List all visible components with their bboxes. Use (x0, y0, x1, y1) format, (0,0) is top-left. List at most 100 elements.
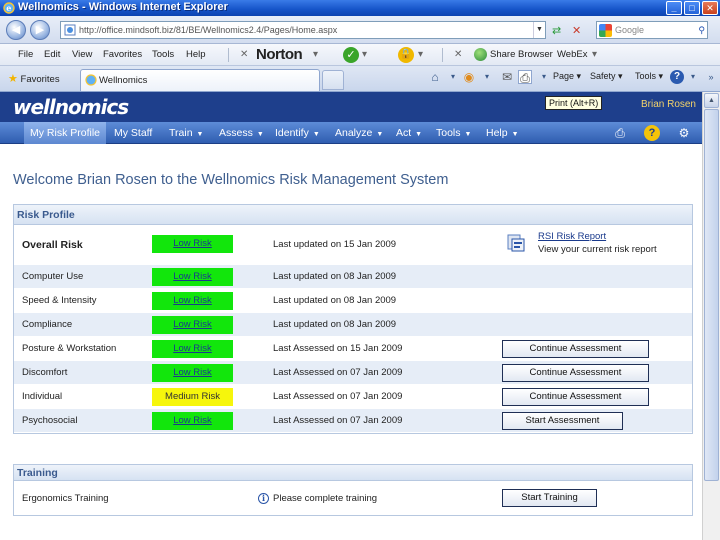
wellnomics-logo: wellnomics (13, 95, 129, 119)
risk-badge[interactable]: Low Risk (152, 268, 233, 286)
nav-act[interactable]: Act ▼ (390, 122, 428, 144)
safe-dropdown-icon[interactable]: ▾ (362, 49, 367, 60)
scroll-up-icon[interactable]: ▲ (704, 93, 719, 108)
info-icon: i (258, 493, 269, 504)
help-dropdown-icon[interactable]: ▾ (686, 70, 700, 84)
risk-row-individual: Individual Medium Risk Last Assessed on … (14, 385, 692, 409)
rsi-risk-report-description: View your current risk report (538, 244, 657, 255)
search-box[interactable]: Google ⚲ (596, 21, 708, 39)
address-bar[interactable]: http://office.mindsoft.biz/81/BE/Wellnom… (60, 21, 546, 39)
new-tab-button[interactable] (322, 70, 344, 90)
continue-assessment-button[interactable]: Continue Assessment (502, 364, 649, 382)
print-page-icon[interactable]: ⎙ (612, 125, 628, 141)
close-window-button[interactable]: ✕ (702, 1, 718, 15)
risk-row-speed-intensity: Speed & Intensity Low Risk Last updated … (14, 289, 692, 313)
menu-toolbar: File Edit View Favorites Tools Help ✕ No… (0, 44, 720, 66)
favorites-button[interactable]: ★ Favorites (8, 72, 60, 85)
feeds-dropdown-icon[interactable]: ▾ (480, 70, 494, 84)
search-icon[interactable]: ⚲ (698, 25, 705, 36)
menu-file[interactable]: File (18, 49, 33, 60)
menu-edit[interactable]: Edit (44, 49, 60, 60)
tools-menu-label: Tools (635, 71, 657, 81)
norton-safe-check-icon[interactable]: ✓ (343, 47, 359, 63)
toolbar-separator-2 (442, 48, 443, 62)
risk-row-label: Speed & Intensity (22, 295, 97, 306)
stop-icon[interactable]: ✕ (572, 24, 581, 37)
home-icon[interactable]: ⌂ (428, 70, 442, 84)
minimize-button[interactable]: _ (666, 1, 682, 15)
chevron-more-icon[interactable]: » (704, 70, 718, 84)
nav-help[interactable]: Help ▼ (480, 122, 525, 144)
identity-dropdown-icon[interactable]: ▾ (418, 49, 423, 60)
risk-badge[interactable]: Low Risk (152, 412, 233, 430)
webex-dropdown-icon[interactable]: ▾ (592, 49, 597, 60)
nav-label: Analyze (335, 127, 373, 139)
safety-menu[interactable]: Safety ▾ (590, 71, 623, 82)
nav-tools[interactable]: Tools ▼ (430, 122, 477, 144)
settings-icon[interactable]: ⚙ (676, 125, 692, 141)
training-row: Ergonomics Training i Please complete tr… (14, 481, 692, 515)
menu-help[interactable]: Help (186, 49, 206, 60)
training-label: Ergonomics Training (22, 493, 109, 504)
print-tooltip: Print (Alt+R) (545, 96, 603, 110)
app-banner: wellnomics Brian Rosen Print (Alt+R) (0, 92, 702, 122)
menu-favorites[interactable]: Favorites (103, 49, 142, 60)
nav-identify[interactable]: Identify ▼ (269, 122, 326, 144)
risk-badge[interactable]: Low Risk (152, 292, 233, 310)
risk-profile-heading: Risk Profile (14, 205, 692, 225)
print-icon[interactable]: ⎙ (518, 70, 532, 85)
tab-page-icon (85, 74, 97, 86)
webex-button[interactable]: WebEx (557, 49, 587, 60)
page-menu[interactable]: Page ▾ (553, 71, 581, 82)
nav-my-risk-profile[interactable]: My Risk Profile (24, 122, 107, 144)
start-assessment-button[interactable]: Start Assessment (502, 412, 623, 430)
help-menu-icon[interactable]: ? (670, 70, 684, 84)
nav-analyze[interactable]: Analyze ▼ (329, 122, 389, 144)
feeds-icon[interactable]: ◉ (462, 70, 476, 84)
close-toolbar-2-icon[interactable]: ✕ (454, 49, 462, 60)
norton-dropdown-icon[interactable]: ▾ (313, 49, 318, 60)
norton-toolbar-button[interactable]: Norton (256, 46, 303, 63)
menu-view[interactable]: View (72, 49, 92, 60)
risk-badge[interactable]: Low Risk (152, 316, 233, 334)
share-browser-icon (474, 48, 487, 61)
scrollbar-thumb[interactable] (704, 109, 719, 481)
continue-assessment-button[interactable]: Continue Assessment (502, 340, 649, 358)
nav-assess[interactable]: Assess ▼ (213, 122, 270, 144)
home-dropdown-icon[interactable]: ▾ (446, 70, 460, 84)
favorites-star-icon: ★ (8, 73, 18, 85)
address-dropdown-icon[interactable]: ▼ (533, 22, 545, 38)
overall-risk-badge[interactable]: Low Risk (152, 235, 233, 253)
tools-menu[interactable]: Tools ▾ (635, 71, 663, 82)
risk-badge[interactable]: Low Risk (152, 340, 233, 358)
read-mail-icon[interactable]: ✉ (500, 70, 514, 84)
risk-row-label: Individual (22, 391, 63, 402)
risk-updated: Last Assessed on 07 Jan 2009 (273, 367, 403, 378)
tab-bar: ★ Favorites Wellnomics ⌂ ▾ ◉ ▾ ✉ ⎙ ▾ Pag… (0, 66, 720, 92)
menu-tools[interactable]: Tools (152, 49, 174, 60)
print-dropdown-icon[interactable]: ▾ (537, 70, 551, 84)
identity-safe-icon[interactable]: 🔒 (398, 47, 414, 63)
risk-row-label: Computer Use (22, 271, 84, 282)
tab-wellnomics[interactable]: Wellnomics (80, 69, 320, 91)
maximize-button[interactable]: □ (684, 1, 700, 15)
start-training-button[interactable]: Start Training (502, 489, 597, 507)
compatibility-icon[interactable]: ⇄ (552, 24, 561, 37)
nav-train[interactable]: Train ▼ (163, 122, 209, 144)
search-placeholder: Google (615, 25, 645, 35)
continue-assessment-button[interactable]: Continue Assessment (502, 388, 649, 406)
vertical-scrollbar[interactable]: ▲ (702, 92, 720, 540)
nav-my-staff[interactable]: My Staff (108, 122, 158, 144)
risk-badge[interactable]: Low Risk (152, 364, 233, 382)
rsi-risk-report-link[interactable]: RSI Risk Report (538, 231, 606, 242)
nav-label: Train (169, 127, 193, 139)
close-toolbar-icon[interactable]: ✕ (240, 49, 248, 60)
risk-row-discomfort: Discomfort Low Risk Last Assessed on 07 … (14, 361, 692, 385)
share-browser-button[interactable]: Share Browser (490, 49, 553, 60)
back-button[interactable]: ◀ (6, 20, 26, 40)
risk-badge[interactable]: Medium Risk (152, 388, 233, 406)
risk-updated: Last Assessed on 15 Jan 2009 (273, 343, 403, 354)
help-icon[interactable]: ? (644, 125, 660, 141)
chevron-down-icon: ▼ (415, 131, 423, 138)
forward-button[interactable]: ▶ (30, 20, 50, 40)
